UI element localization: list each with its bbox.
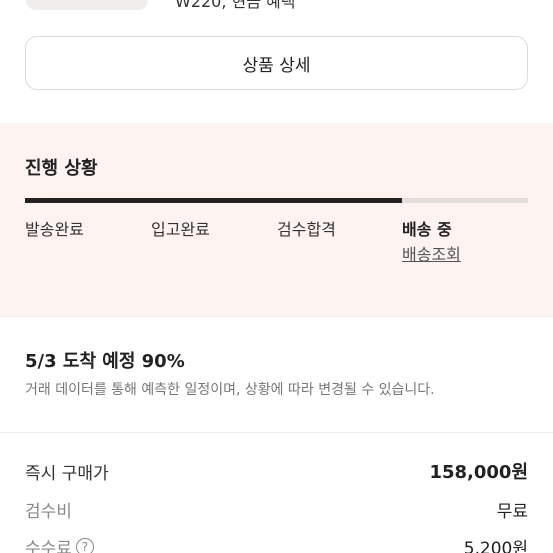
price-row-buy-now: 즉시 구매가 158,000원 xyxy=(25,458,528,484)
product-thumbnail xyxy=(26,0,148,10)
track-delivery-link[interactable]: 배송조회 xyxy=(402,241,461,265)
inspection-fee-value: 무료 xyxy=(496,502,528,522)
eta-description: 거래 데이터를 통해 예측한 일정이며, 상황에 따라 변경될 수 있습니다. xyxy=(25,382,435,398)
step-received: 입고완료 xyxy=(151,220,210,239)
step-shipped: 발송완료 xyxy=(25,220,84,239)
progress-bar-fill xyxy=(25,198,403,203)
buy-now-price-value: 158,000원 xyxy=(429,462,528,483)
commission-label: 수수료 xyxy=(25,539,72,553)
section-divider xyxy=(0,316,553,317)
inspection-fee-label: 검수비 xyxy=(25,502,72,522)
progress-section: 진행 상황 발송완료 입고완료 검수합격 배송 중 배송조회 xyxy=(0,123,553,316)
price-benefit-text: ₩220, 현금 혜택 xyxy=(175,0,296,11)
section-divider xyxy=(0,432,553,433)
price-row-commission: 수수료 ? 5,200원 xyxy=(25,534,528,553)
step-delivering: 배송 중 xyxy=(402,220,452,239)
commission-value: 5,200원 xyxy=(463,539,528,553)
progress-bar xyxy=(25,198,528,203)
product-detail-button[interactable]: 상품 상세 xyxy=(25,36,528,90)
eta-title: 5/3 도착 예정 90% xyxy=(25,351,185,372)
help-icon[interactable]: ? xyxy=(75,537,94,553)
buy-now-price-label: 즉시 구매가 xyxy=(25,463,109,484)
progress-title: 진행 상황 xyxy=(25,158,98,179)
commission-label-group: 수수료 ? xyxy=(25,534,94,553)
price-row-inspection-fee: 검수비 무료 xyxy=(25,497,528,522)
step-inspection-passed: 검수합격 xyxy=(277,220,336,239)
